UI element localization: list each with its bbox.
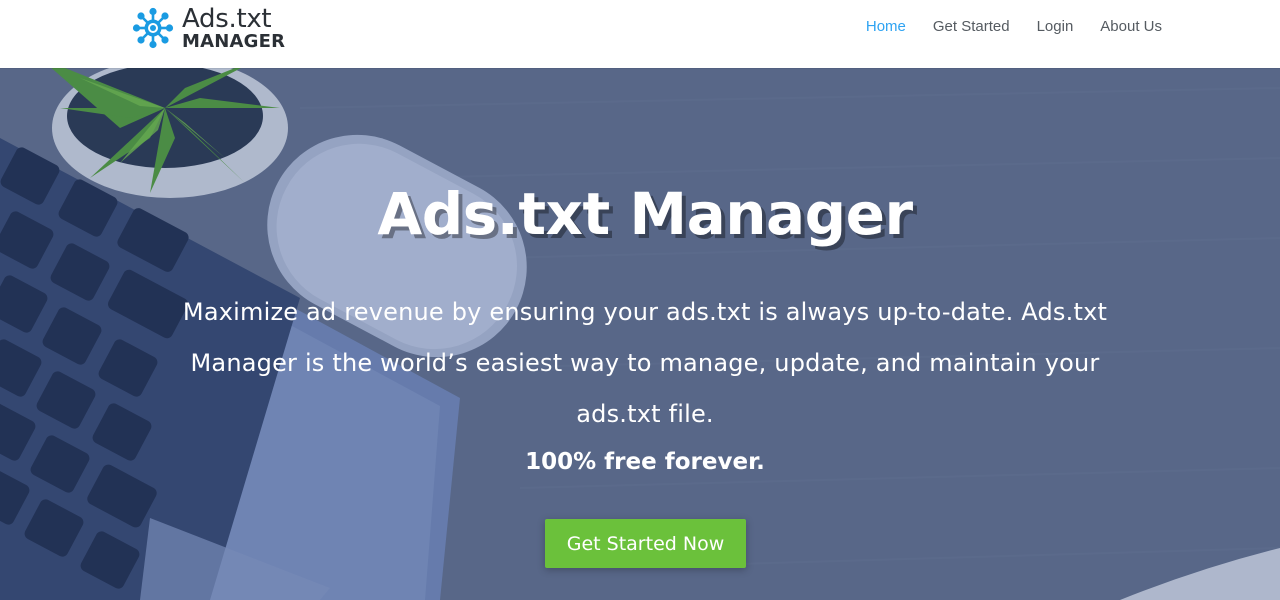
site-header: Ads.txt MANAGER Home Get Started Login A… bbox=[0, 0, 1280, 68]
nav-get-started[interactable]: Get Started bbox=[933, 17, 1010, 37]
get-started-now-button[interactable]: Get Started Now bbox=[545, 519, 746, 568]
logo-title: Ads.txt bbox=[182, 3, 272, 34]
nav-home[interactable]: Home bbox=[866, 17, 906, 37]
network-hub-icon bbox=[132, 7, 174, 49]
logo-text: Ads.txt MANAGER bbox=[182, 6, 285, 51]
nav-login[interactable]: Login bbox=[1037, 17, 1074, 37]
logo-link[interactable]: Ads.txt MANAGER bbox=[132, 4, 285, 52]
main-nav: Home Get Started Login About Us bbox=[839, 17, 1162, 37]
hero-description: Maximize ad revenue by ensuring your ads… bbox=[182, 298, 1108, 428]
hero-section: Ads.txt Manager Maximize ad revenue by e… bbox=[0, 68, 1280, 600]
hero-title: Ads.txt Manager bbox=[377, 180, 913, 248]
nav-about-us[interactable]: About Us bbox=[1100, 17, 1162, 37]
hero-tagline: 100% free forever. bbox=[525, 449, 765, 475]
logo-subtitle: MANAGER bbox=[182, 30, 286, 52]
